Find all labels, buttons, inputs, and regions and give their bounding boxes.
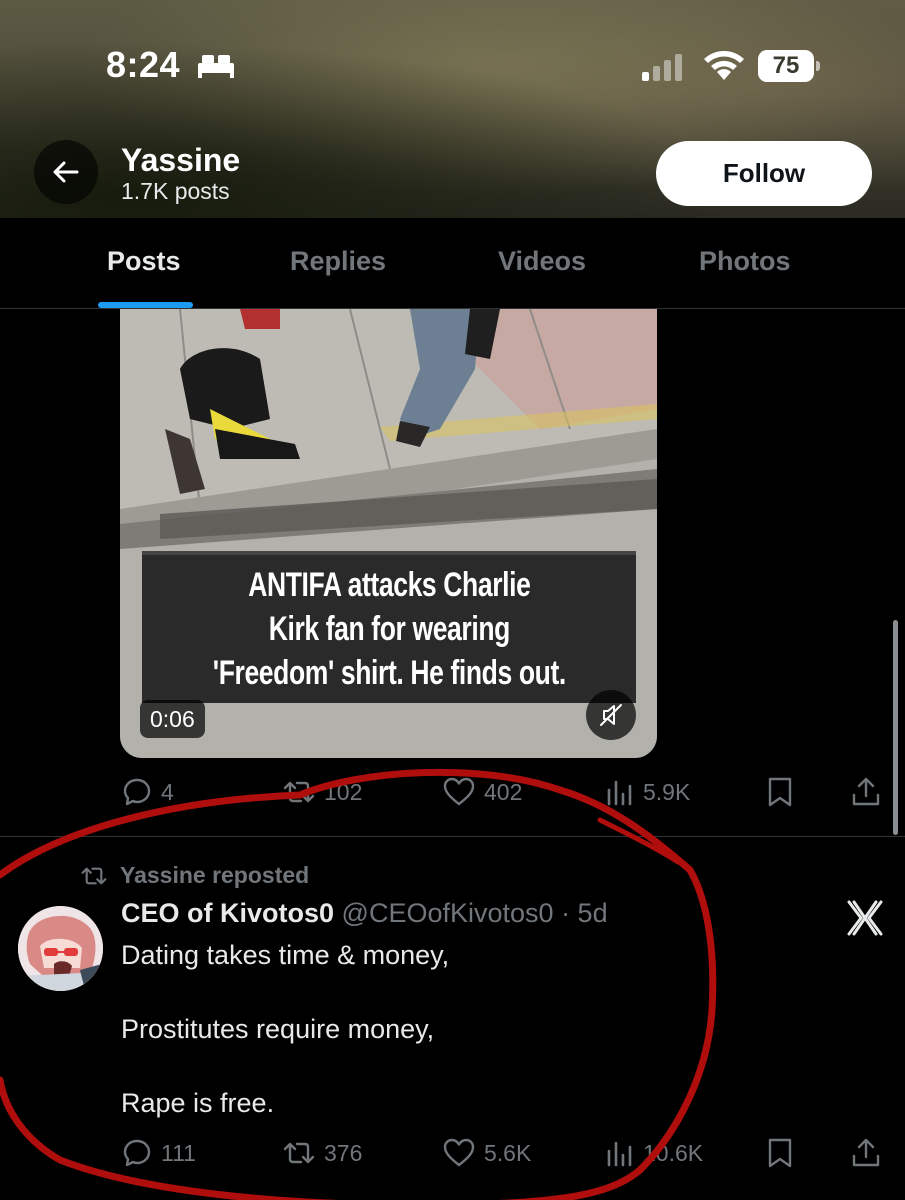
repost-icon (283, 1142, 315, 1164)
bookmark-button[interactable] (765, 1133, 795, 1173)
share-icon (852, 1138, 880, 1167)
like-icon (443, 1138, 475, 1167)
status-time: 8:24 (106, 44, 181, 85)
author-name[interactable]: CEO of Kivotos0 (121, 898, 334, 928)
cellular-signal-icon (642, 54, 682, 81)
bookmark-icon (768, 1138, 792, 1168)
video-duration: 0:06 (140, 700, 205, 738)
profile-post-count: 1.7K posts (121, 178, 230, 204)
like-button[interactable]: 402 (442, 772, 522, 812)
back-arrow-icon (53, 161, 79, 183)
reply-icon (123, 778, 151, 806)
repost-button[interactable]: 376 (282, 1133, 362, 1173)
like-button[interactable]: 5.6K (442, 1133, 531, 1173)
views-count: 10.6K (643, 1139, 704, 1166)
post-author-line: CEO of Kivotos0 @CEOofKivotos0 · 5d (121, 898, 608, 929)
post-action-bar: 4 102 402 5.9K (0, 772, 905, 812)
repost-count: 376 (324, 1139, 363, 1166)
wifi-icon (704, 51, 744, 80)
mute-icon (600, 704, 622, 726)
like-count: 5.6K (484, 1139, 532, 1166)
battery-icon: 75 (758, 50, 820, 82)
reply-count: 111 (161, 1139, 196, 1166)
reply-count: 4 (161, 778, 174, 805)
share-button[interactable] (850, 1133, 882, 1173)
bookmark-button[interactable] (765, 772, 795, 812)
profile-name: Yassine (121, 142, 241, 178)
bookmark-icon (768, 777, 792, 807)
tab-posts[interactable]: Posts (107, 246, 181, 277)
back-button[interactable] (34, 140, 98, 204)
repost-button[interactable]: 102 (282, 772, 362, 812)
avatar-image (18, 906, 103, 991)
share-button[interactable] (850, 772, 882, 812)
active-tab-indicator (98, 302, 193, 308)
views-button[interactable]: 10.6K (605, 1133, 703, 1173)
post-text-line: Rape is free. (121, 1088, 275, 1118)
like-icon (443, 777, 475, 806)
like-count: 402 (484, 778, 523, 805)
video-player[interactable]: ANTIFA attacks Charlie Kirk fan for wear… (120, 309, 657, 758)
views-button[interactable]: 5.9K (605, 772, 690, 812)
status-bar: 8:24 75 (0, 0, 905, 130)
repost-context: Yassine reposted (80, 862, 309, 889)
post-action-bar: 111 376 5.6K 10.6K (0, 1133, 905, 1173)
caption-line: ANTIFA attacks Charlie (247, 566, 531, 604)
reply-icon (123, 1139, 151, 1167)
post-divider (0, 836, 905, 837)
reply-button[interactable]: 4 (121, 772, 174, 812)
grok-icon[interactable] (846, 899, 884, 937)
views-icon (607, 1141, 632, 1167)
author-handle[interactable]: @CEOofKivotos0 (342, 898, 554, 928)
tab-videos[interactable]: Videos (498, 246, 586, 277)
profile-tabs: Posts Replies Videos Photos (0, 218, 905, 309)
battery-level: 75 (772, 52, 800, 79)
repost-icon (283, 781, 315, 803)
mute-button[interactable] (586, 690, 636, 740)
post-time: · 5d (561, 898, 608, 928)
post-text-line: Dating takes time & money, (121, 940, 450, 970)
tab-photos[interactable]: Photos (699, 246, 791, 277)
views-count: 5.9K (643, 778, 691, 805)
repost-count: 102 (324, 778, 363, 805)
post-text-line: Prostitutes require money, (121, 1014, 435, 1044)
caption-line: 'Freedom' shirt. He finds out. (212, 654, 566, 692)
scrollbar[interactable] (893, 620, 898, 835)
repost-label[interactable]: Yassine reposted (120, 862, 309, 889)
sleep-icon (198, 55, 234, 78)
tab-replies[interactable]: Replies (290, 246, 386, 277)
share-icon (852, 777, 880, 806)
profile-header: 8:24 75 Yassine 1.7K posts Follow (0, 0, 905, 218)
repost-icon (81, 867, 107, 884)
reply-button[interactable]: 111 (121, 1133, 196, 1173)
follow-button[interactable]: Follow (656, 141, 872, 206)
video-caption: ANTIFA attacks Charlie Kirk fan for wear… (142, 551, 636, 703)
views-icon (607, 780, 632, 806)
avatar[interactable] (18, 906, 103, 991)
caption-line: Kirk fan for wearing (268, 610, 510, 648)
